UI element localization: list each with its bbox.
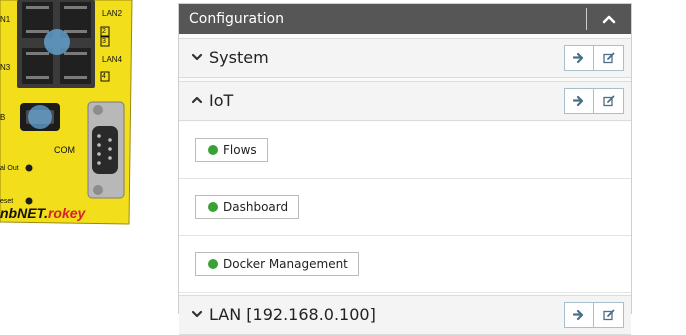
section-lan-actions [564, 302, 624, 328]
docker-management-label: Docker Management [223, 257, 348, 271]
device-brand-logo: nbNET.rokey [0, 205, 85, 221]
device-label-signal-out: al Out [0, 165, 19, 172]
list-item: Dashboard [179, 179, 631, 236]
arrow-right-icon [573, 95, 584, 107]
lan-open-button[interactable] [564, 302, 594, 328]
flows-button[interactable]: Flows [195, 138, 268, 162]
dashboard-button[interactable]: Dashboard [195, 195, 300, 219]
chevron-up-icon [602, 15, 616, 24]
section-iot: IoT [179, 81, 631, 121]
system-edit-button[interactable] [594, 45, 624, 71]
device-label-usb: B [0, 113, 6, 122]
chevron-down-icon [191, 310, 203, 318]
chevron-down-icon [191, 53, 203, 61]
edit-icon [602, 95, 614, 107]
docker-management-button[interactable]: Docker Management [195, 252, 359, 276]
chevron-up-icon [191, 96, 203, 104]
section-iot-actions [564, 88, 624, 114]
section-lan-header[interactable]: LAN [192.168.0.100] [179, 296, 631, 334]
device-label-lan3: N3 [0, 63, 11, 72]
flows-label: Flows [223, 143, 257, 157]
device-label-lan2: LAN2 [102, 9, 123, 18]
device-image: N1 N3 LAN2 LAN4 2 3 4 B COM al Out eset … [0, 0, 140, 225]
arrow-right-icon [573, 52, 584, 64]
device-label-lan1: N1 [0, 15, 11, 24]
device-port-number-3: 3 [102, 38, 106, 45]
status-dot-icon [208, 145, 218, 155]
section-iot-title: IoT [209, 91, 234, 110]
status-dot-icon [208, 259, 218, 269]
device-label-reset: eset [0, 198, 14, 205]
device-port-number-2: 2 [102, 28, 106, 35]
device-illustration [0, 0, 133, 225]
section-system: System [179, 38, 631, 78]
dashboard-label: Dashboard [223, 200, 289, 214]
section-system-actions [564, 45, 624, 71]
configuration-panel: Configuration System IoT Flows Dashboard… [178, 3, 632, 335]
list-item: Flows [179, 122, 631, 179]
device-label-com: COM [54, 145, 75, 155]
panel-title: Configuration [189, 11, 284, 27]
section-lan: LAN [192.168.0.100] [179, 295, 631, 335]
edit-icon [602, 52, 614, 64]
iot-items: Flows Dashboard Docker Management [179, 122, 631, 294]
device-label-lan4: LAN4 [102, 55, 123, 64]
section-system-title: System [209, 48, 269, 67]
section-iot-header[interactable]: IoT [179, 82, 631, 120]
device-port-number-4: 4 [102, 73, 106, 80]
status-dot-icon [208, 202, 218, 212]
system-open-button[interactable] [564, 45, 594, 71]
iot-edit-button[interactable] [594, 88, 624, 114]
section-lan-title: LAN [192.168.0.100] [209, 305, 376, 324]
panel-collapse-button[interactable] [587, 4, 631, 34]
lan-edit-button[interactable] [594, 302, 624, 328]
panel-header: Configuration [179, 4, 631, 34]
brand-accent: rokey [47, 205, 86, 221]
brand-text: nbNET. [0, 205, 48, 221]
iot-open-button[interactable] [564, 88, 594, 114]
section-system-header[interactable]: System [179, 39, 631, 77]
list-item: Docker Management [179, 236, 631, 293]
